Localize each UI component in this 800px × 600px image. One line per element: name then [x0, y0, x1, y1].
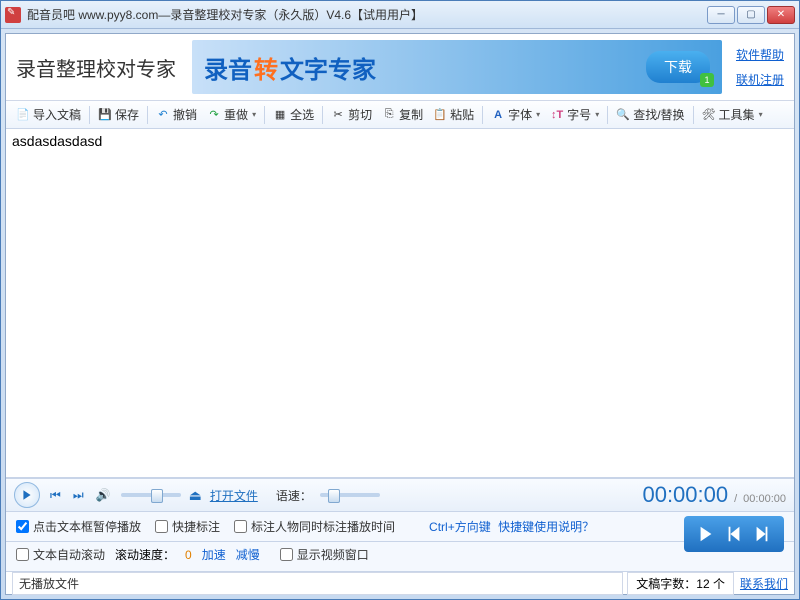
scroll-speed-value: 0 [185, 548, 192, 562]
minimize-button[interactable]: ─ [707, 6, 735, 24]
save-icon: 💾 [98, 108, 112, 122]
open-file-link[interactable]: 打开文件 [210, 487, 258, 504]
checkbox-show-video[interactable]: 显示视频窗口 [280, 546, 369, 563]
separator-icon [693, 106, 694, 124]
checkbox-pause-on-click[interactable]: 点击文本框暂停播放 [16, 518, 141, 535]
cut-button[interactable]: ✂剪切 [327, 104, 376, 125]
paste-button[interactable]: 📋粘贴 [429, 104, 478, 125]
app-icon [5, 7, 21, 23]
player-bar: ⏮ ⏭ 🔊 ⏏ 打开文件 语速： 00:00:00 / 00:00:00 [6, 478, 794, 512]
status-wordcount: 文稿字数：12 个 [627, 572, 734, 595]
slower-link[interactable]: 减慢 [236, 546, 260, 563]
shortcut-help-link[interactable]: 快捷键使用说明？ [498, 520, 594, 534]
font-icon: A [491, 108, 505, 122]
redo-icon: ↷ [207, 108, 221, 122]
app-title: 录音整理校对专家 [16, 53, 176, 82]
copy-icon: ⎘ [382, 108, 396, 122]
download-button[interactable]: 下载 1 [646, 51, 710, 83]
faster-link[interactable]: 加速 [202, 546, 226, 563]
banner-text: 录音 转 文字专家 [204, 50, 376, 85]
header-row: 录音整理校对专家 录音 转 文字专家 下载 1 软件帮助 联机注册 [6, 34, 794, 101]
contact-link[interactable]: 联系我们 [740, 575, 788, 592]
options-row-2: 文本自动滚动 滚动速度： 0 加速 减慢 显示视频窗口 [6, 542, 794, 572]
separator-icon [89, 106, 90, 124]
volume-icon[interactable]: 🔊 [94, 488, 113, 502]
import-icon: 📄 [16, 108, 30, 122]
chevron-down-icon: ▾ [759, 110, 763, 119]
font-size-icon: ↕T [550, 108, 564, 122]
maximize-button[interactable]: ▢ [737, 6, 765, 24]
chevron-down-icon: ▾ [536, 110, 540, 119]
help-link[interactable]: 软件帮助 [736, 46, 784, 63]
side-links: 软件帮助 联机注册 [736, 46, 784, 88]
undo-icon: ↶ [156, 108, 170, 122]
tools-icon: 🛠 [702, 108, 716, 122]
status-file: 无播放文件 [12, 572, 623, 595]
shortcut-hint: Ctrl+方向键 快捷键使用说明？ [429, 518, 594, 535]
prev-button[interactable]: ⏮ [48, 488, 63, 503]
select-all-icon: ▦ [273, 108, 287, 122]
toolbar: 📄导入文稿 💾保存 ↶撤销 ↷重做▾ ▦全选 ✂剪切 ⎘复制 📋粘贴 A字体▾ … [6, 101, 794, 129]
paste-icon: 📋 [433, 108, 447, 122]
ad-banner[interactable]: 录音 转 文字专家 下载 1 [192, 40, 722, 94]
playback-big-controls [684, 516, 784, 552]
checkbox-mark-time[interactable]: 标注人物同时标注播放时间 [234, 518, 395, 535]
select-all-button[interactable]: ▦全选 [269, 104, 318, 125]
undo-button[interactable]: ↶撤销 [152, 104, 201, 125]
window-controls: ─ ▢ ✕ [707, 6, 795, 24]
search-icon: 🔍 [616, 108, 630, 122]
play-button[interactable] [14, 482, 40, 508]
rate-slider[interactable] [320, 493, 380, 497]
separator-icon [482, 106, 483, 124]
skip-back-icon[interactable] [725, 525, 743, 543]
statusbar: 无播放文件 文稿字数：12 个 联系我们 [6, 572, 794, 594]
options-row-1: 点击文本框暂停播放 快捷标注 标注人物同时标注播放时间 Ctrl+方向键 快捷键… [6, 512, 794, 542]
register-link[interactable]: 联机注册 [736, 71, 784, 88]
eject-button[interactable]: ⏏ [189, 487, 202, 504]
chevron-down-icon: ▾ [595, 110, 599, 119]
save-button[interactable]: 💾保存 [94, 104, 143, 125]
close-button[interactable]: ✕ [767, 6, 795, 24]
next-button[interactable]: ⏭ [71, 488, 86, 503]
download-badge-icon: 1 [700, 73, 714, 87]
play-icon[interactable] [697, 525, 715, 543]
font-button[interactable]: A字体▾ [487, 104, 544, 125]
separator-icon [264, 106, 265, 124]
time-current: 00:00:00 [642, 482, 728, 508]
find-replace-button[interactable]: 🔍查找/替换 [612, 104, 688, 125]
time-display: 00:00:00 / 00:00:00 [642, 482, 786, 508]
chevron-down-icon: ▾ [252, 110, 256, 119]
window-title: 配音员吧 www.pyy8.com—录音整理校对专家（永久版）V4.6【试用用户… [27, 6, 707, 23]
rate-label: 语速： [276, 487, 312, 504]
app-window: 配音员吧 www.pyy8.com—录音整理校对专家（永久版）V4.6【试用用户… [0, 0, 800, 600]
separator-icon [322, 106, 323, 124]
checkbox-quick-mark[interactable]: 快捷标注 [155, 518, 220, 535]
client-area: 录音整理校对专家 录音 转 文字专家 下载 1 软件帮助 联机注册 📄导入文稿 [5, 33, 795, 595]
redo-button[interactable]: ↷重做▾ [203, 104, 260, 125]
titlebar[interactable]: 配音员吧 www.pyy8.com—录音整理校对专家（永久版）V4.6【试用用户… [1, 1, 799, 29]
separator-icon [607, 106, 608, 124]
skip-forward-icon[interactable] [753, 525, 771, 543]
font-size-button[interactable]: ↕T字号▾ [546, 104, 603, 125]
import-button[interactable]: 📄导入文稿 [12, 104, 85, 125]
time-total: 00:00:00 [743, 493, 786, 505]
text-editor[interactable]: asdasdasdasd [6, 129, 794, 478]
separator-icon [147, 106, 148, 124]
cut-icon: ✂ [331, 108, 345, 122]
copy-button[interactable]: ⎘复制 [378, 104, 427, 125]
checkbox-autoscroll[interactable]: 文本自动滚动 [16, 546, 105, 563]
volume-slider[interactable] [121, 493, 181, 497]
scroll-speed-label: 滚动速度： [115, 546, 175, 563]
play-icon [21, 489, 33, 501]
tools-button[interactable]: 🛠工具集▾ [698, 104, 767, 125]
